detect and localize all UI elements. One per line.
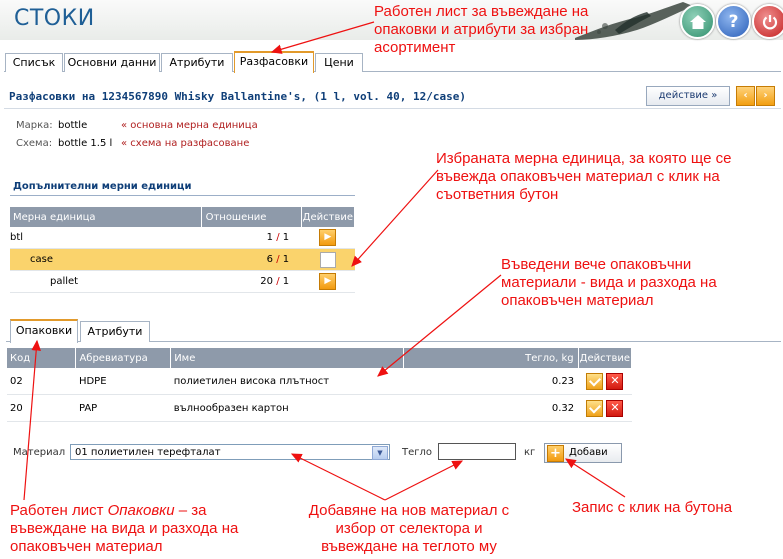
col-action-header: Действие xyxy=(578,348,633,368)
selected-unit-button[interactable] xyxy=(319,251,336,268)
chevron-left-icon: ‹ xyxy=(743,90,748,101)
material-label: Материал xyxy=(13,447,66,458)
additional-units-divider xyxy=(10,195,355,196)
brand-value: bottle xyxy=(58,120,88,131)
annotation-selected-unit: Избраната мерна единица, за която ще се … xyxy=(436,150,732,203)
help-button[interactable]: ? xyxy=(716,4,751,39)
select-unit-button[interactable]: ▶ xyxy=(319,229,337,246)
scheme-note: « схема на разфасоване xyxy=(121,138,249,149)
action-button[interactable]: действие » xyxy=(646,86,730,106)
additional-units-table: Мерна единица Отношение Действие btl 1 /… xyxy=(10,207,356,293)
chevron-right-icon: › xyxy=(763,90,768,101)
ratio-cell: 1 / 1 xyxy=(201,227,302,249)
close-icon: ✕ xyxy=(610,400,620,414)
tab-basic-data[interactable]: Основни данни xyxy=(64,53,160,72)
arrow-right-icon: ▶ xyxy=(324,232,332,242)
next-record-button[interactable]: › xyxy=(756,86,775,106)
brand-note-text: « основна мерна единица xyxy=(121,120,258,131)
brand-note: « основна мерна единица xyxy=(121,120,258,131)
plus-icon: + xyxy=(547,445,564,462)
col-unit-header: Мерна единица xyxy=(10,207,202,227)
home-icon xyxy=(689,14,706,29)
annotation-worksheet: Работен лист за въвеждане на опаковки и … xyxy=(374,3,589,56)
action-cell: ▶ xyxy=(301,270,355,293)
action-cell: ✕ xyxy=(578,394,632,422)
table-row[interactable]: btl 1 / 1 ▶ xyxy=(10,227,355,249)
power-button[interactable] xyxy=(752,4,783,39)
col-name-header: Име xyxy=(170,348,405,368)
table-row[interactable]: 20 PAP вълнообразен картон 0.32 ✕ xyxy=(7,394,632,422)
ratio-cell: 6 / 1 xyxy=(201,248,302,271)
action-cell: ▶ xyxy=(301,227,355,249)
code-cell: 02 xyxy=(7,368,76,395)
ratio-cell: 20 / 1 xyxy=(201,270,302,293)
abbr-cell: HDPE xyxy=(75,368,171,395)
action-cell xyxy=(301,248,355,271)
unit-cell: pallet xyxy=(10,270,202,293)
annotation-entered-materials: Въведени вече опаковъчни материали - вид… xyxy=(501,256,717,309)
select-unit-button[interactable]: ▶ xyxy=(319,273,337,290)
packaging-table: Код Абревиатура Име Тегло, kg Действие 0… xyxy=(7,348,633,422)
additional-units-title: Допълнителни мерни единици xyxy=(13,181,192,192)
add-button-label: Добави xyxy=(569,447,608,458)
title-divider xyxy=(4,108,781,109)
col-code-header: Код xyxy=(7,348,77,368)
material-select-value: 01 полиетилен терефталат xyxy=(75,447,221,458)
subtab-attributes[interactable]: Атрибути xyxy=(80,321,150,342)
power-icon xyxy=(762,14,777,29)
arrow-to-weight-input xyxy=(384,460,464,501)
unit-cell: case xyxy=(10,248,202,271)
annotation-add-material: Добавяне на нов материал с избор от селе… xyxy=(308,502,510,555)
arrow-to-material-select xyxy=(290,453,386,501)
col-action-header: Действие xyxy=(301,207,356,227)
scheme-note-text: « схема на разфасоване xyxy=(121,138,250,149)
weight-label: Тегло xyxy=(402,447,433,458)
scheme-value: bottle 1.5 l xyxy=(58,138,113,149)
annotation-save-click: Запис с клик на бутона xyxy=(572,499,733,516)
table-header-row: Код Абревиатура Име Тегло, kg Действие xyxy=(7,348,633,368)
weight-cell: 0.23 xyxy=(403,368,579,395)
subtab-packaging[interactable]: Опаковки xyxy=(10,319,78,343)
close-icon: ✕ xyxy=(610,373,620,387)
annotation-packaging-sheet: Работен лист Опаковки – за въвеждане на … xyxy=(10,502,239,555)
action-cell: ✕ xyxy=(578,368,632,395)
section-title: Разфасовки на 1234567890 Whisky Ballanti… xyxy=(9,90,466,103)
edit-button[interactable] xyxy=(586,372,604,390)
table-row[interactable]: pallet 20 / 1 ▶ xyxy=(10,270,355,293)
edit-button[interactable] xyxy=(586,399,604,417)
table-row[interactable]: 02 HDPE полиетилен висока плътност 0.23 … xyxy=(7,368,632,395)
brand-label: Марка: xyxy=(16,120,53,131)
col-abbr-header: Абревиатура xyxy=(75,348,172,368)
weight-cell: 0.32 xyxy=(403,394,579,422)
prev-record-button[interactable]: ‹ xyxy=(736,86,755,106)
help-icon: ? xyxy=(728,11,739,32)
weight-input[interactable] xyxy=(438,443,516,460)
tab-list[interactable]: Списък xyxy=(5,53,63,72)
table-row-selected[interactable]: case 6 / 1 xyxy=(10,248,355,271)
home-button[interactable] xyxy=(680,4,715,39)
col-weight-header: Тегло, kg xyxy=(403,348,579,368)
unit-cell: btl xyxy=(10,227,202,249)
scheme-label: Схема: xyxy=(16,138,53,149)
tab-attributes[interactable]: Атрибути xyxy=(161,53,233,72)
add-button[interactable]: + Добави xyxy=(544,443,622,463)
delete-button[interactable]: ✕ xyxy=(606,399,624,417)
name-cell: полиетилен висока плътност xyxy=(170,368,404,395)
abbr-cell: PAP xyxy=(75,394,171,422)
chevron-down-icon[interactable]: ▼ xyxy=(372,446,388,460)
arrow-to-add-button xyxy=(564,458,626,498)
arrow-right-icon: ▶ xyxy=(324,276,332,286)
table-header-row: Мерна единица Отношение Действие xyxy=(10,207,356,227)
col-ratio-header: Отношение xyxy=(201,207,302,227)
weight-unit-label: кг xyxy=(524,447,536,458)
arrow-to-selected-unit xyxy=(351,169,439,267)
app-title: СТОКИ xyxy=(14,6,95,31)
code-cell: 20 xyxy=(7,394,76,422)
tab-prices[interactable]: Цени xyxy=(315,53,363,72)
tab-packaging[interactable]: Разфасовки xyxy=(234,51,314,73)
material-select[interactable]: 01 полиетилен терефталат ▼ xyxy=(70,444,390,460)
name-cell: вълнообразен картон xyxy=(170,394,404,422)
delete-button[interactable]: ✕ xyxy=(606,372,624,390)
